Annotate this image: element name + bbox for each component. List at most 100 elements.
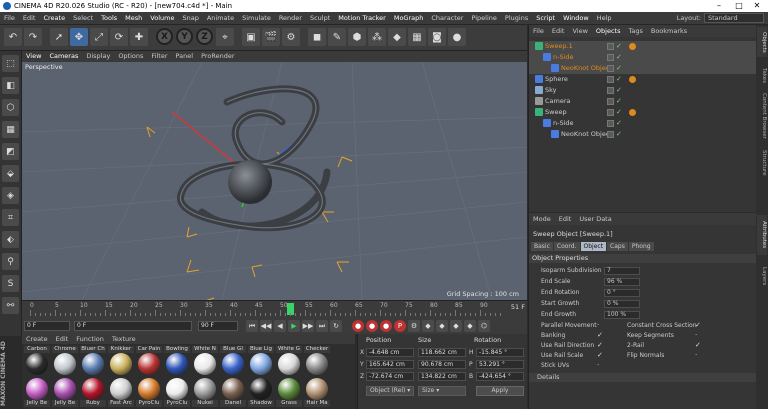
material-tag-icon[interactable] (629, 109, 636, 116)
enable-check-icon[interactable]: ✓ (616, 65, 622, 72)
visibility-toggle[interactable] (607, 54, 614, 61)
object-row[interactable]: NeoKnot Object ✓ (529, 63, 757, 74)
object-row[interactable]: Sweep.1 ✓ (529, 41, 757, 52)
field-value[interactable]: 0 ° (604, 289, 640, 297)
object-properties-header[interactable]: Object Properties (529, 254, 757, 263)
field-value[interactable]: 100 % (604, 311, 640, 319)
transport-button[interactable]: P (394, 320, 406, 332)
visibility-toggle[interactable] (607, 120, 614, 127)
layout-dropdown[interactable]: Standard (704, 13, 764, 23)
menu-edit[interactable]: Edit (19, 12, 40, 25)
z-icon[interactable]: Z (196, 28, 213, 45)
side-tab-structure[interactable]: Structure (757, 145, 767, 181)
material-swatch[interactable]: Bowling (164, 346, 190, 377)
menu-simulate[interactable]: Simulate (238, 12, 275, 25)
enable-check-icon[interactable]: ✓ (616, 76, 622, 83)
mode-tool-icon[interactable]: ▦ (2, 121, 19, 138)
mode-tool-icon[interactable]: ⌗ (2, 209, 19, 226)
checkbox[interactable]: ✓ (597, 351, 603, 359)
transport-button[interactable]: ↻ (330, 320, 342, 332)
object-menu-bookmarks[interactable]: Bookmarks (647, 25, 691, 37)
subdiv-icon[interactable]: ⬢ (348, 28, 366, 46)
viewport-menu-panel[interactable]: Panel (172, 51, 198, 62)
menu-volume[interactable]: Volume (146, 12, 178, 25)
viewport-perspective[interactable]: Perspective Grid Spacing : 100 cm (22, 62, 527, 300)
menu-snap[interactable]: Snap (178, 12, 202, 25)
checkbox[interactable]: ✓ (695, 321, 701, 329)
menu-create[interactable]: Create (39, 12, 69, 25)
material-swatch[interactable]: Shadow (248, 378, 274, 409)
tab-object[interactable]: Object (580, 242, 607, 251)
visibility-toggle[interactable] (607, 43, 614, 50)
menu-sculpt[interactable]: Sculpt (306, 12, 334, 25)
apply-button[interactable]: Apply (476, 386, 524, 396)
menu-script[interactable]: Script (532, 12, 559, 25)
mode-tool-icon[interactable]: ⬡ (2, 99, 19, 116)
material-swatch[interactable]: Danel (220, 378, 246, 409)
transport-button[interactable]: ⚙ (408, 320, 420, 332)
enable-check-icon[interactable]: ✓ (616, 109, 622, 116)
attribute-menu-edit[interactable]: Edit (555, 215, 576, 223)
recent-icon[interactable]: ✚ (130, 28, 148, 46)
material-swatch[interactable]: Nukei (192, 378, 218, 409)
render-settings-icon[interactable]: ⚙ (282, 28, 300, 46)
checkbox[interactable]: ✓ (597, 341, 603, 349)
mode-tool-icon[interactable]: ⬚ (2, 55, 19, 72)
render-icon[interactable]: 🎬 (262, 28, 280, 46)
menu-mesh[interactable]: Mesh (121, 12, 146, 25)
checkbox[interactable]: ✓ (695, 341, 701, 349)
material-swatch[interactable]: Grass (276, 378, 302, 409)
mode-tool-icon[interactable]: ⬙ (2, 165, 19, 182)
side-tab-content-browser[interactable]: Content Browser (757, 91, 767, 141)
material-swatch[interactable]: Hair Ma (304, 378, 330, 409)
material-swatch[interactable]: PyroClu (136, 378, 162, 409)
visibility-toggle[interactable] (607, 131, 614, 138)
cube-icon[interactable]: ◼ (308, 28, 326, 46)
menu-motion-tracker[interactable]: Motion Tracker (334, 12, 390, 25)
viewport-menu-options[interactable]: Options (114, 51, 147, 62)
tab-basic[interactable]: Basic (531, 242, 553, 251)
material-tag-icon[interactable] (629, 43, 636, 50)
render-view-icon[interactable]: ▣ (242, 28, 260, 46)
menu-file[interactable]: File (0, 12, 19, 25)
mode-tool-icon[interactable]: ◧ (2, 77, 19, 94)
material-swatch[interactable]: Carbon (24, 346, 50, 377)
undo-icon[interactable]: ↶ (4, 28, 22, 46)
object-menu-view[interactable]: View (568, 25, 591, 37)
transport-button[interactable]: ⏭ (316, 320, 328, 332)
transport-button[interactable]: ◆ (450, 320, 462, 332)
material-swatch[interactable]: Bluer Ch (80, 346, 106, 377)
menu-mograph[interactable]: MoGraph (390, 12, 428, 25)
enable-check-icon[interactable]: ✓ (616, 98, 622, 105)
size-field[interactable]: 90.678 cm (418, 360, 466, 369)
object-menu-edit[interactable]: Edit (548, 25, 569, 37)
enable-check-icon[interactable]: ✓ (616, 43, 622, 50)
field-value[interactable]: 96 % (604, 278, 640, 286)
transport-button[interactable]: ● (352, 320, 364, 332)
material-swatch[interactable]: Car Pain (136, 346, 162, 377)
material-swatch[interactable]: Jelly Be (52, 378, 78, 409)
checkbox[interactable]: · (695, 331, 697, 339)
y-icon[interactable]: Y (176, 28, 193, 45)
size-field[interactable]: 118.662 cm (418, 348, 466, 357)
viewport-menu-filter[interactable]: Filter (147, 51, 171, 62)
light-icon[interactable]: ● (448, 28, 466, 46)
object-menu-objects[interactable]: Objects (592, 25, 625, 37)
scene-icon[interactable]: ▦ (408, 28, 426, 46)
transport-button[interactable]: ◀ (274, 320, 286, 332)
enable-check-icon[interactable]: ✓ (616, 54, 622, 61)
menu-character[interactable]: Character (427, 12, 467, 25)
side-tab-attributes[interactable]: Attributes (757, 215, 767, 255)
rotate-icon[interactable]: ⟳ (110, 28, 128, 46)
transport-button[interactable]: ▶▶ (302, 320, 314, 332)
timeline-ruler[interactable]: 51 F 0 5 10 15 20 25 30 35 40 45 50 55 60 65 70 75 80 85 9… (22, 300, 527, 317)
object-row[interactable]: NeoKnot Object ✓ (529, 129, 757, 140)
maximize-button[interactable]: □ (730, 0, 748, 12)
menu-render[interactable]: Render (275, 12, 306, 25)
mode-tool-icon[interactable]: ⬖ (2, 231, 19, 248)
material-swatch[interactable]: White N (192, 346, 218, 377)
object-row[interactable]: Camera ✓ (529, 96, 757, 107)
visibility-toggle[interactable] (607, 109, 614, 116)
position-field[interactable]: 165.642 cm (366, 360, 414, 369)
checkbox[interactable]: · (695, 351, 697, 359)
